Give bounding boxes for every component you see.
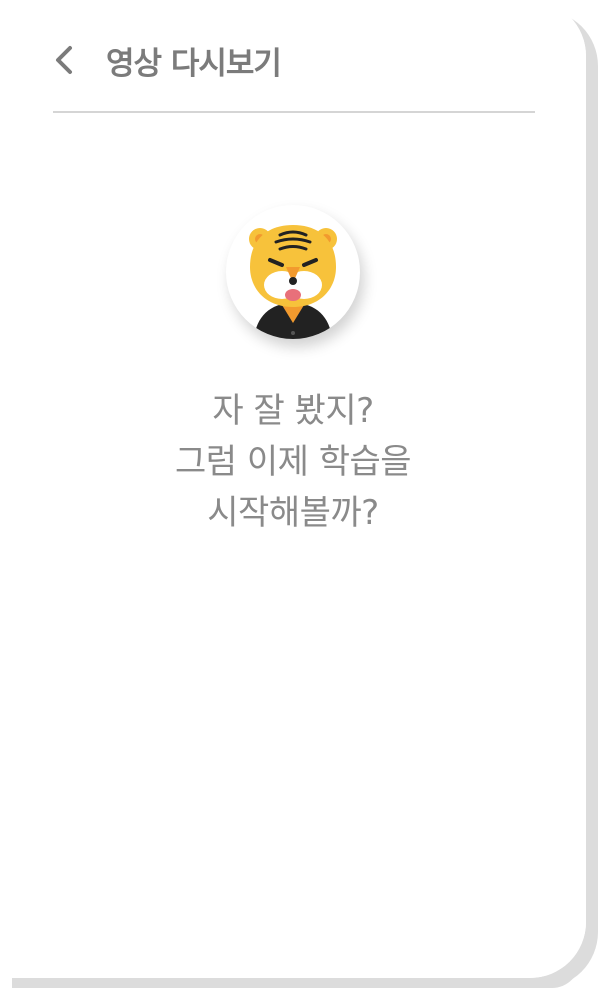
header-divider xyxy=(53,111,535,113)
message-line-2: 그럼 이제 학습을 xyxy=(174,442,412,482)
message-line-1: 자 잘 봤지? xyxy=(212,391,374,431)
tiger-mascot-icon xyxy=(249,225,337,339)
page-title: 영상 다시보기 xyxy=(106,45,282,82)
header: 영상 다시보기 xyxy=(52,32,535,88)
avatar xyxy=(226,205,360,339)
back-button[interactable] xyxy=(52,40,78,80)
prompt-message: 자 잘 봤지? 그럼 이제 학습을 시작해볼까? xyxy=(100,386,486,539)
content-card: 영상 다시보기 자 잘 봤지? 그럼 이제 학습을 시작해볼까? xyxy=(0,0,586,978)
chevron-left-icon xyxy=(56,46,72,74)
message-line-3: 시작해볼까? xyxy=(207,493,379,533)
screen: 영상 다시보기 자 잘 봤지? 그럼 이제 학습을 시작해볼까? xyxy=(0,0,598,988)
